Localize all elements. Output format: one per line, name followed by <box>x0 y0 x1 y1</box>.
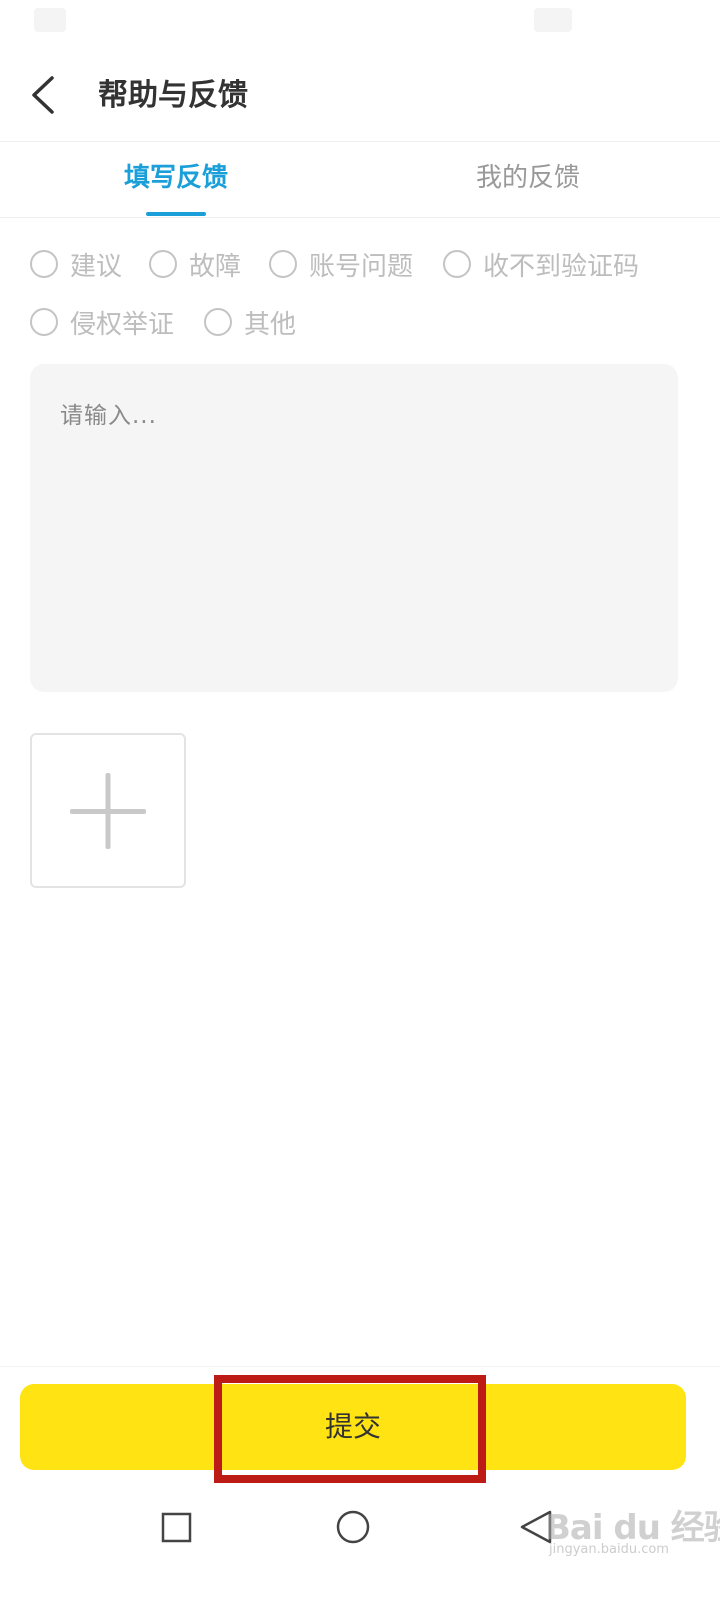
category-suggestion[interactable]: 建议 <box>30 244 122 284</box>
status-left-indicator <box>34 8 66 32</box>
header: 帮助与反馈 <box>0 44 720 142</box>
radio-icon <box>269 250 297 278</box>
radio-icon <box>443 250 471 278</box>
back-nav-icon <box>520 1510 552 1544</box>
recent-apps-icon <box>161 1512 192 1543</box>
category-row: 建议 故障 账号问题 收不到验证码 <box>30 244 690 284</box>
bottom-divider <box>0 1366 720 1367</box>
category-label: 侵权举证 <box>70 309 175 340</box>
system-nav-bar <box>0 1484 720 1600</box>
home-button[interactable] <box>325 1504 381 1552</box>
tab-write-feedback[interactable]: 填写反馈 <box>26 142 326 218</box>
feedback-textarea[interactable] <box>30 364 678 692</box>
status-bar <box>0 0 720 44</box>
back-nav-button[interactable] <box>510 1504 566 1552</box>
tab-bar: 填写反馈 我的反馈 <box>0 142 720 218</box>
category-row: 侵权举证 其他 <box>30 302 690 342</box>
category-infringement[interactable]: 侵权举证 <box>30 302 174 342</box>
home-icon <box>336 1510 370 1544</box>
status-right-indicator <box>534 8 572 32</box>
category-label: 其他 <box>244 309 297 340</box>
chevron-left-icon <box>32 76 54 114</box>
tab-write-feedback-label: 填写反馈 <box>123 163 228 193</box>
category-other[interactable]: 其他 <box>204 302 296 342</box>
submit-label: 提交 <box>324 1411 381 1442</box>
tab-my-feedback[interactable]: 我的反馈 <box>378 142 678 218</box>
radio-icon <box>149 250 177 278</box>
feedback-box <box>30 364 678 692</box>
category-no-verification-code[interactable]: 收不到验证码 <box>443 244 639 284</box>
category-account-issue[interactable]: 账号问题 <box>269 244 413 284</box>
submit-button[interactable]: 提交 <box>20 1384 686 1470</box>
upload-image-button[interactable] <box>30 733 186 888</box>
category-label: 账号问题 <box>309 251 414 282</box>
plus-icon <box>70 773 146 849</box>
radio-icon <box>204 308 232 336</box>
category-label: 收不到验证码 <box>483 251 640 282</box>
category-label: 故障 <box>189 251 242 282</box>
recent-apps-button[interactable] <box>148 1504 204 1552</box>
tab-my-feedback-label: 我的反馈 <box>475 163 580 193</box>
radio-icon <box>30 308 58 336</box>
category-fault[interactable]: 故障 <box>149 244 241 284</box>
category-label: 建议 <box>70 251 123 282</box>
active-tab-indicator <box>146 212 206 216</box>
category-group: 建议 故障 账号问题 收不到验证码 侵权举证 其他 <box>30 244 690 360</box>
page-title: 帮助与反馈 <box>98 78 248 113</box>
radio-icon <box>30 250 58 278</box>
back-button[interactable] <box>20 70 68 120</box>
